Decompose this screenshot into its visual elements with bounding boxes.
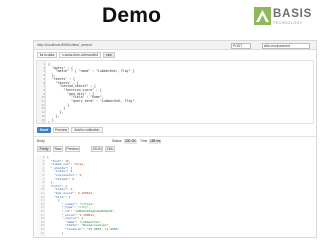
api-client-window: http://localhost:8080/cities/_search POS…	[33, 40, 317, 238]
code-line: "match" : { "name" : "Lubbenthal, Flay" …	[48, 69, 135, 74]
response-body-viewer[interactable]: 1{2 "took": 16, 3 "timed_out": false, 4 "_…	[36, 155, 314, 237]
json-token: ,	[93, 212, 96, 217]
slide-title: Demo	[102, 4, 162, 27]
send-button[interactable]: Send	[37, 127, 51, 133]
response-line-number: 22	[40, 230, 44, 235]
request-body-tabs: form-data x-www-form-urlencoded raw	[34, 51, 316, 59]
tab-preview-response[interactable]: Preview	[65, 146, 80, 152]
tab-raw-response[interactable]: Raw	[53, 146, 63, 152]
response-line: }	[47, 230, 64, 236]
tab-urlencoded[interactable]: x-www-form-urlencoded	[59, 52, 101, 58]
environment-label: No environment	[266, 43, 290, 48]
tab-pretty[interactable]: Pretty	[37, 146, 51, 152]
json-token: "failed"	[54, 176, 69, 181]
response-status-bar: Body Status 200 OK Time 185 ms	[34, 136, 316, 144]
line-number: 17	[41, 121, 45, 124]
time-value: 185 ms	[149, 138, 162, 144]
url-bar: http://localhost:8080/cities/_search POS…	[34, 41, 316, 50]
json-token: ,	[83, 162, 85, 167]
status-value: 200 OK	[124, 138, 137, 144]
tab-form-data[interactable]: form-data	[37, 52, 57, 58]
environment-dot-icon	[264, 44, 266, 47]
add-to-collection-button[interactable]: Add to collection	[71, 127, 103, 133]
request-actions: Send Preview Add to collection	[34, 126, 316, 135]
json-token: ,	[92, 191, 94, 195]
json-token: 9.100621	[77, 191, 93, 195]
code-line: }	[48, 121, 50, 124]
tab-raw[interactable]: raw	[103, 52, 115, 58]
json-token: 0	[72, 176, 75, 181]
logo-tagline: TECHNOLOGY	[273, 21, 303, 25]
tab-json[interactable]: JSON	[91, 146, 103, 152]
status-label: Status	[112, 139, 122, 143]
basis-logo-mark-icon	[254, 7, 271, 25]
basis-logo: BASIS TECHNOLOGY	[254, 7, 314, 31]
body-label: Body	[37, 139, 45, 143]
tab-xml[interactable]: XML	[105, 146, 115, 152]
json-token: ,	[81, 173, 84, 177]
json-token: ,	[113, 209, 116, 213]
logo-name: BASIS	[273, 8, 313, 20]
time-label: Time	[140, 139, 148, 143]
json-token: }	[47, 230, 64, 235]
json-token: "location"	[65, 227, 84, 231]
preview-button[interactable]: Preview	[53, 127, 69, 133]
request-url-input[interactable]: http://localhost:8080/cities/_search	[37, 43, 92, 47]
json-token: "52.9833, 11.4000"	[86, 227, 120, 231]
response-view-tabs: Pretty Raw Preview JSON XML	[34, 145, 316, 154]
json-token: : [	[65, 194, 71, 199]
json-token: false	[74, 162, 84, 167]
json-token: ,	[93, 201, 96, 206]
environment-select[interactable]: No environment	[262, 42, 310, 49]
request-body-editor[interactable]: 1{2 "query" : {3 "match" : { "name" : "L…	[36, 60, 314, 124]
http-method-select[interactable]: POST	[231, 42, 251, 49]
